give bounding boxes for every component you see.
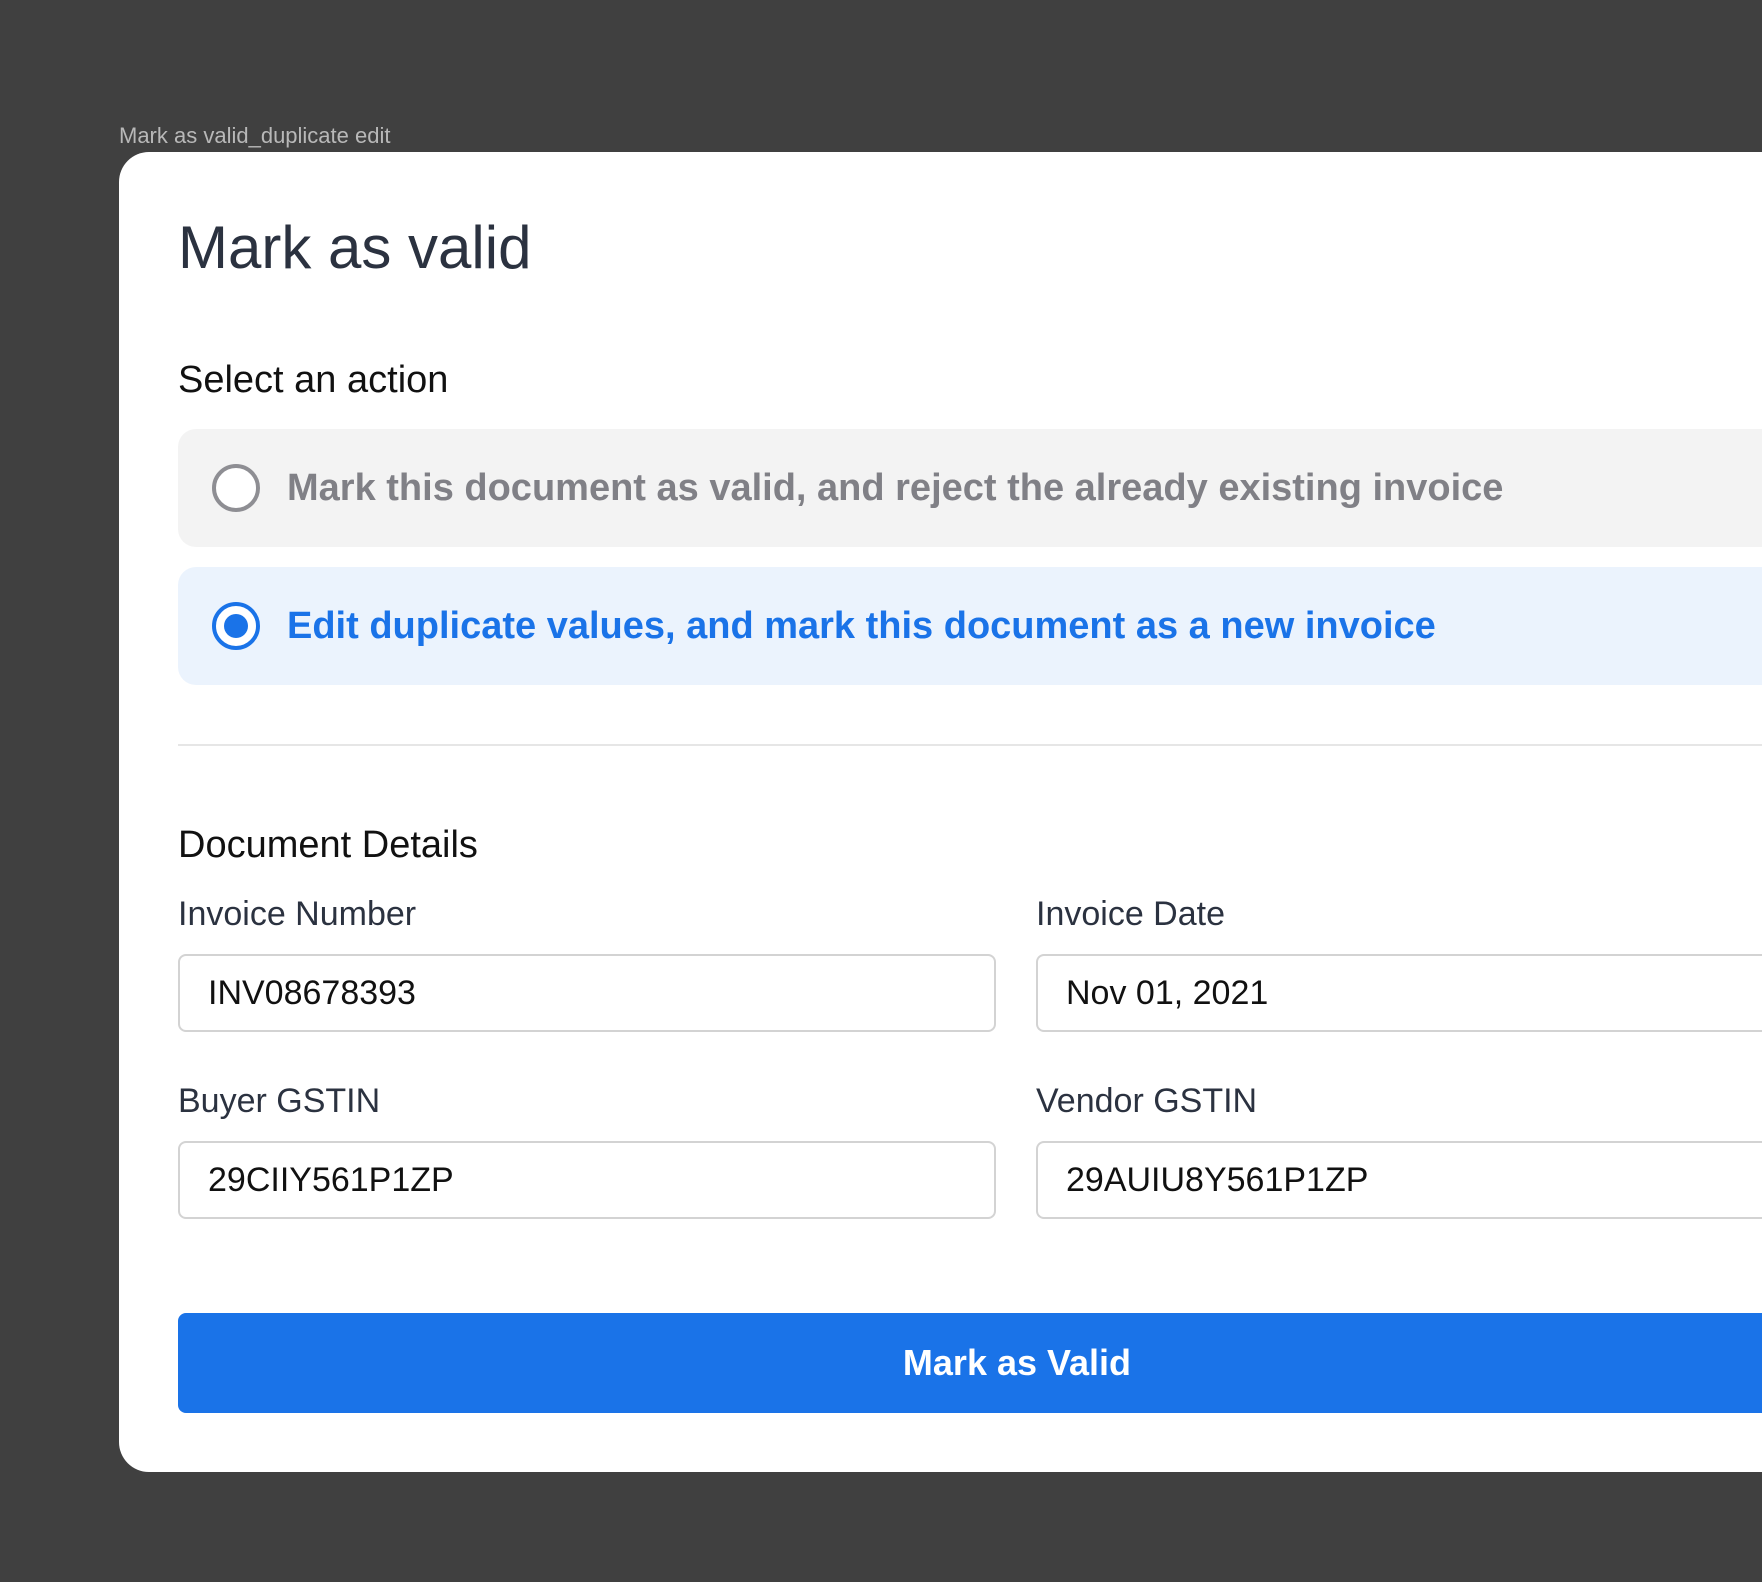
mark-as-valid-button[interactable]: Mark as Valid — [178, 1313, 1762, 1413]
details-section-title: Document Details — [178, 824, 478, 866]
option-label: Mark this document as valid, and reject … — [287, 467, 1504, 509]
buyer-gstin-label: Buyer GSTIN — [178, 1082, 381, 1120]
dialog-title: Mark as valid — [178, 214, 532, 281]
frame-label: Mark as valid_duplicate edit — [119, 123, 391, 148]
radio-unchecked-icon[interactable] — [212, 464, 260, 512]
vendor-gstin-label: Vendor GSTIN — [1036, 1082, 1258, 1120]
option-edit-duplicate[interactable]: Edit duplicate values, and mark this doc… — [178, 567, 1762, 685]
radio-dot — [224, 614, 248, 638]
section-divider — [178, 744, 1762, 746]
option-label: Edit duplicate values, and mark this doc… — [287, 605, 1436, 647]
mark-as-valid-dialog: Mark as valid Select an action Mark this… — [119, 152, 1762, 1472]
option-reject-existing[interactable]: Mark this document as valid, and reject … — [178, 429, 1762, 547]
invoice-number-input[interactable] — [178, 954, 996, 1032]
buyer-gstin-input[interactable] — [178, 1141, 996, 1219]
invoice-date-label: Invoice Date — [1036, 895, 1225, 933]
action-section-title: Select an action — [178, 359, 449, 401]
invoice-date-input[interactable] — [1036, 954, 1762, 1032]
vendor-gstin-input[interactable] — [1036, 1141, 1762, 1219]
radio-checked-icon[interactable] — [212, 602, 260, 650]
mark-as-valid-button-label: Mark as Valid — [902, 1342, 1132, 1383]
invoice-number-label: Invoice Number — [178, 895, 417, 933]
